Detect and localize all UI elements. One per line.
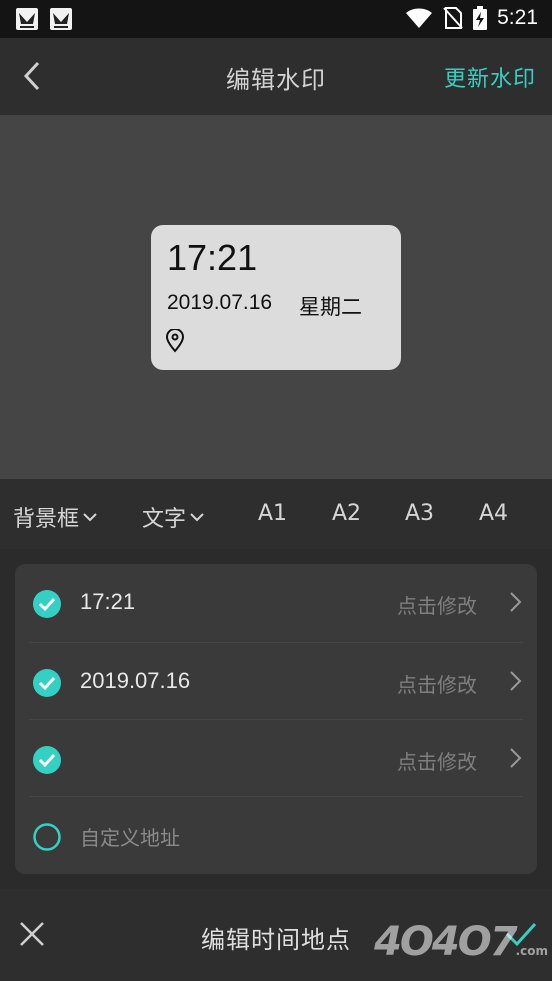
checked-circle-icon[interactable] — [32, 589, 62, 619]
location-pin-icon — [165, 329, 185, 353]
list-item[interactable]: 自定义地址 — [29, 796, 523, 874]
status-bar: 5:21 — [0, 0, 552, 38]
chevron-down-icon — [190, 513, 204, 522]
chevron-down-icon — [83, 513, 97, 522]
tab-label: 文字 — [142, 507, 187, 532]
tab-label: A4 — [479, 501, 509, 526]
no-sim-icon — [443, 7, 463, 29]
update-watermark-button[interactable]: 更新水印 — [444, 61, 536, 93]
notification-icon — [50, 8, 72, 30]
chevron-right-icon[interactable] — [507, 590, 523, 614]
checked-circle-icon[interactable] — [32, 745, 62, 775]
bottom-title: 编辑时间地点 — [201, 926, 351, 954]
tab-text[interactable]: 文字 — [142, 501, 204, 533]
notification-icon — [16, 8, 38, 30]
edit-action-label[interactable]: 点击修改 — [397, 590, 477, 619]
watermark-card[interactable]: 17:21 2019.07.16 星期二 — [151, 225, 401, 370]
watermark-preview-area: 17:21 2019.07.16 星期二 — [0, 115, 552, 479]
edit-action-label[interactable]: 点击修改 — [397, 669, 477, 698]
tab-background-frame[interactable]: 背景框 — [13, 501, 97, 533]
tab-a1[interactable]: A1 — [258, 501, 287, 526]
chevron-right-icon[interactable] — [507, 669, 523, 693]
watermark-fields-list: 17:21 点击修改 2019.07.16 点击修改 点击修改 自定义地址 — [15, 564, 537, 874]
battery-charging-icon — [473, 6, 488, 30]
tab-a4[interactable]: A4 — [479, 501, 508, 526]
watermark-time: 17:21 — [167, 237, 258, 278]
tab-label: A1 — [258, 501, 288, 526]
checked-circle-icon[interactable] — [32, 668, 62, 698]
status-time: 5:21 — [497, 6, 538, 29]
list-item[interactable]: 17:21 点击修改 — [29, 564, 523, 642]
top-bar: 编辑水印 更新水印 — [0, 38, 552, 115]
unchecked-circle-icon[interactable] — [32, 822, 62, 852]
tab-label: A2 — [332, 501, 362, 526]
check-icon[interactable] — [504, 919, 538, 949]
chevron-right-icon[interactable] — [507, 746, 523, 770]
tab-label: 背景框 — [13, 507, 80, 532]
watermark-weekday: 星期二 — [299, 295, 362, 319]
list-item[interactable]: 点击修改 — [29, 719, 523, 797]
field-value: 2019.07.16 — [80, 668, 191, 693]
style-tabs: 背景框 文字 A1 A2 A3 A4 — [0, 479, 552, 549]
edit-action-label[interactable]: 点击修改 — [397, 746, 477, 775]
custom-address-label: 自定义地址 — [80, 826, 180, 850]
tab-a3[interactable]: A3 — [405, 501, 434, 526]
wifi-icon — [406, 8, 433, 28]
list-item[interactable]: 2019.07.16 点击修改 — [29, 642, 523, 720]
tab-a2[interactable]: A2 — [332, 501, 361, 526]
tab-label: A3 — [405, 501, 435, 526]
field-value: 17:21 — [80, 589, 136, 614]
bottom-bar: 编辑时间地点 4O4O7.com — [0, 889, 552, 981]
watermark-date: 2019.07.16 — [167, 291, 273, 314]
